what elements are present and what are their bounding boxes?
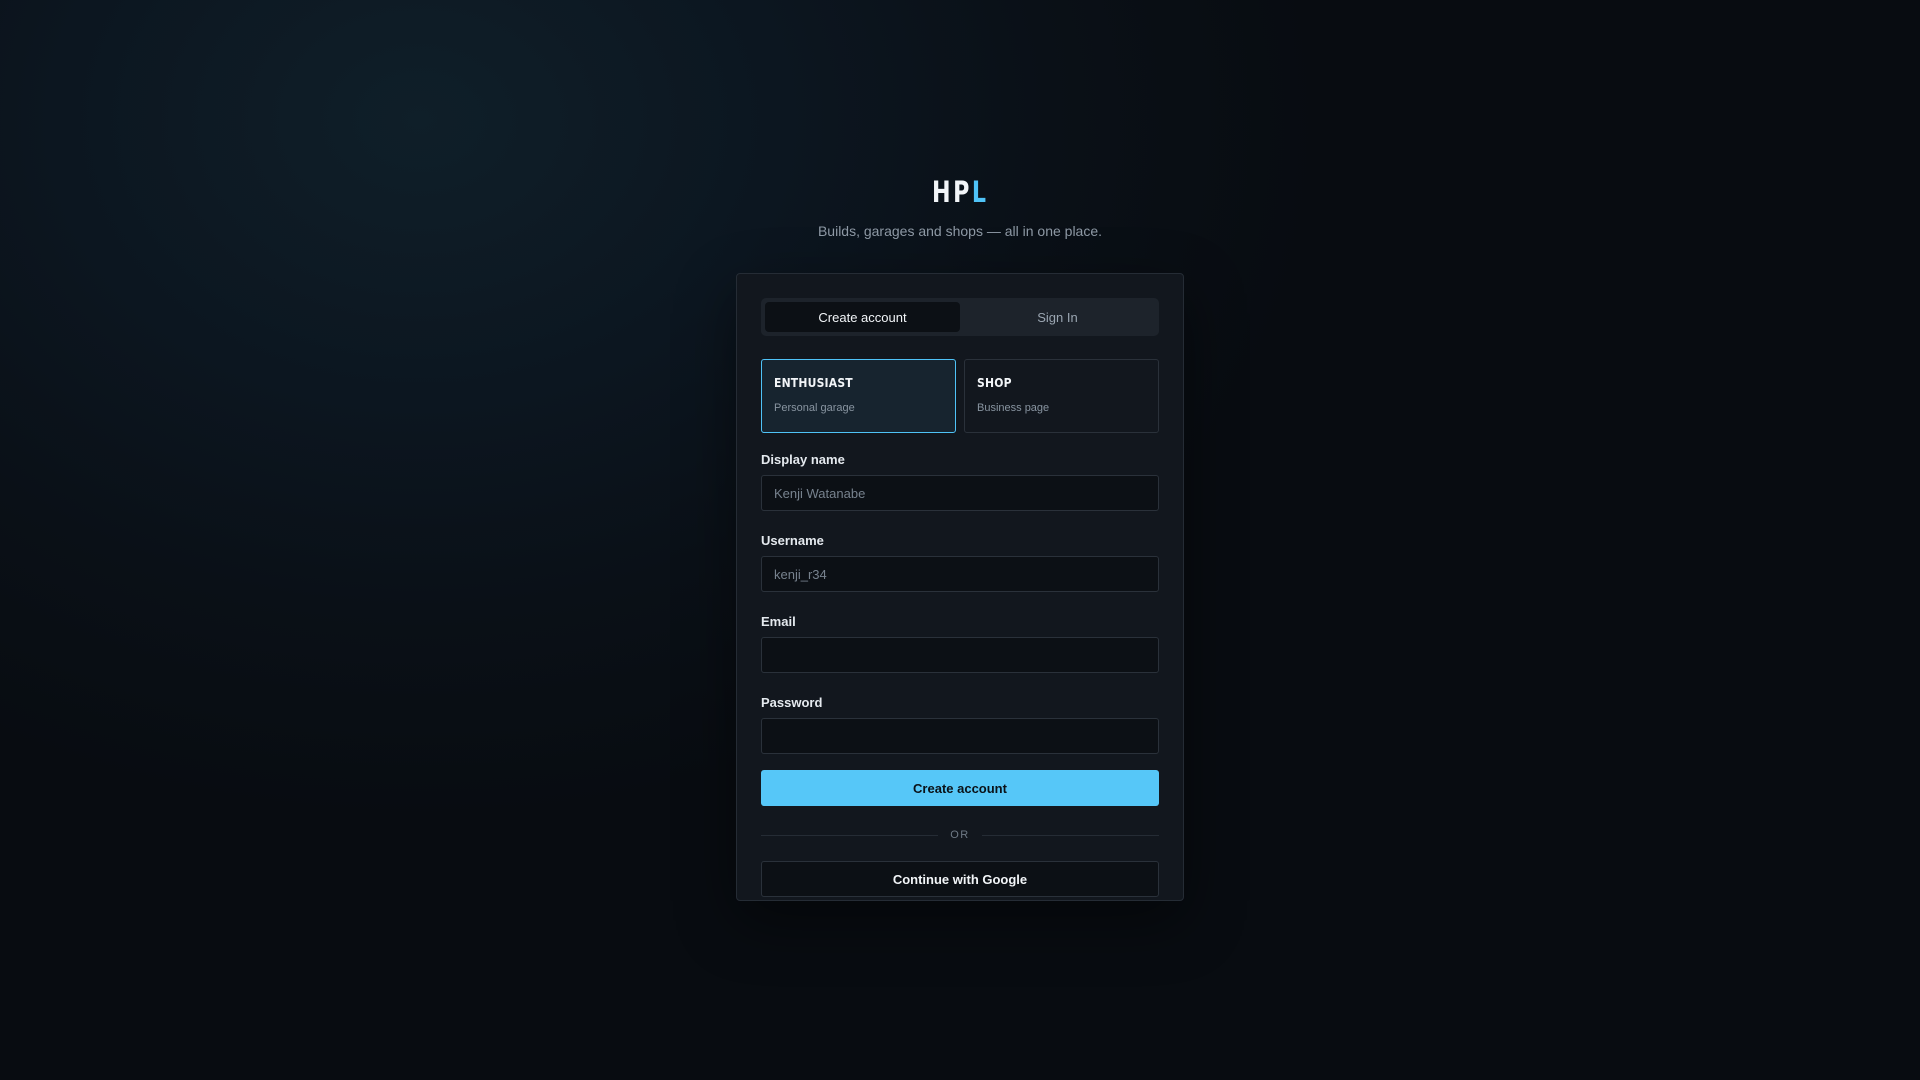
divider-text: OR <box>950 829 970 841</box>
tab-sign-in[interactable]: Sign In <box>960 302 1155 332</box>
logo-accent: L <box>971 175 989 209</box>
username-input[interactable] <box>761 556 1159 592</box>
divider-line-right <box>981 834 1159 836</box>
logo-main: HP <box>931 175 972 209</box>
account-type-enthusiast[interactable]: ENTHUSIAST Personal garage <box>761 359 956 433</box>
account-type-title: ENTHUSIAST <box>774 376 853 390</box>
password-input[interactable] <box>761 718 1159 754</box>
create-account-button[interactable]: Create account <box>761 770 1159 806</box>
account-type-shop[interactable]: SHOP Business page <box>964 359 1159 433</box>
logo: HPL <box>932 172 989 212</box>
password-label: Password <box>761 695 823 710</box>
tagline: Builds, garages and shops — all in one p… <box>817 223 1103 239</box>
or-divider: OR <box>761 829 1159 841</box>
account-type-subtitle: Business page <box>977 402 1050 414</box>
auth-card: Create account Sign In ENTHUSIAST Person… <box>736 273 1184 901</box>
auth-tabs: Create account Sign In <box>761 298 1159 336</box>
tab-create-account[interactable]: Create account <box>765 302 960 332</box>
email-field-group: Email <box>761 614 1159 673</box>
display-name-label: Display name <box>761 452 845 467</box>
account-type-title: SHOP <box>977 376 1012 390</box>
username-field-group: Username <box>761 533 1159 592</box>
email-input[interactable] <box>761 637 1159 673</box>
display-name-field-group: Display name <box>761 452 1159 511</box>
display-name-input[interactable] <box>761 475 1159 511</box>
account-type-subtitle: Personal garage <box>774 402 855 414</box>
password-field-group: Password <box>761 695 1159 754</box>
email-label: Email <box>761 614 796 629</box>
brand-header: HPL Builds, garages and shops — all in o… <box>0 172 1920 240</box>
continue-with-google-button[interactable]: Continue with Google <box>761 861 1159 897</box>
username-label: Username <box>761 533 824 548</box>
account-type-selector: ENTHUSIAST Personal garage SHOP Business… <box>761 359 1159 433</box>
divider-line-left <box>761 834 939 836</box>
